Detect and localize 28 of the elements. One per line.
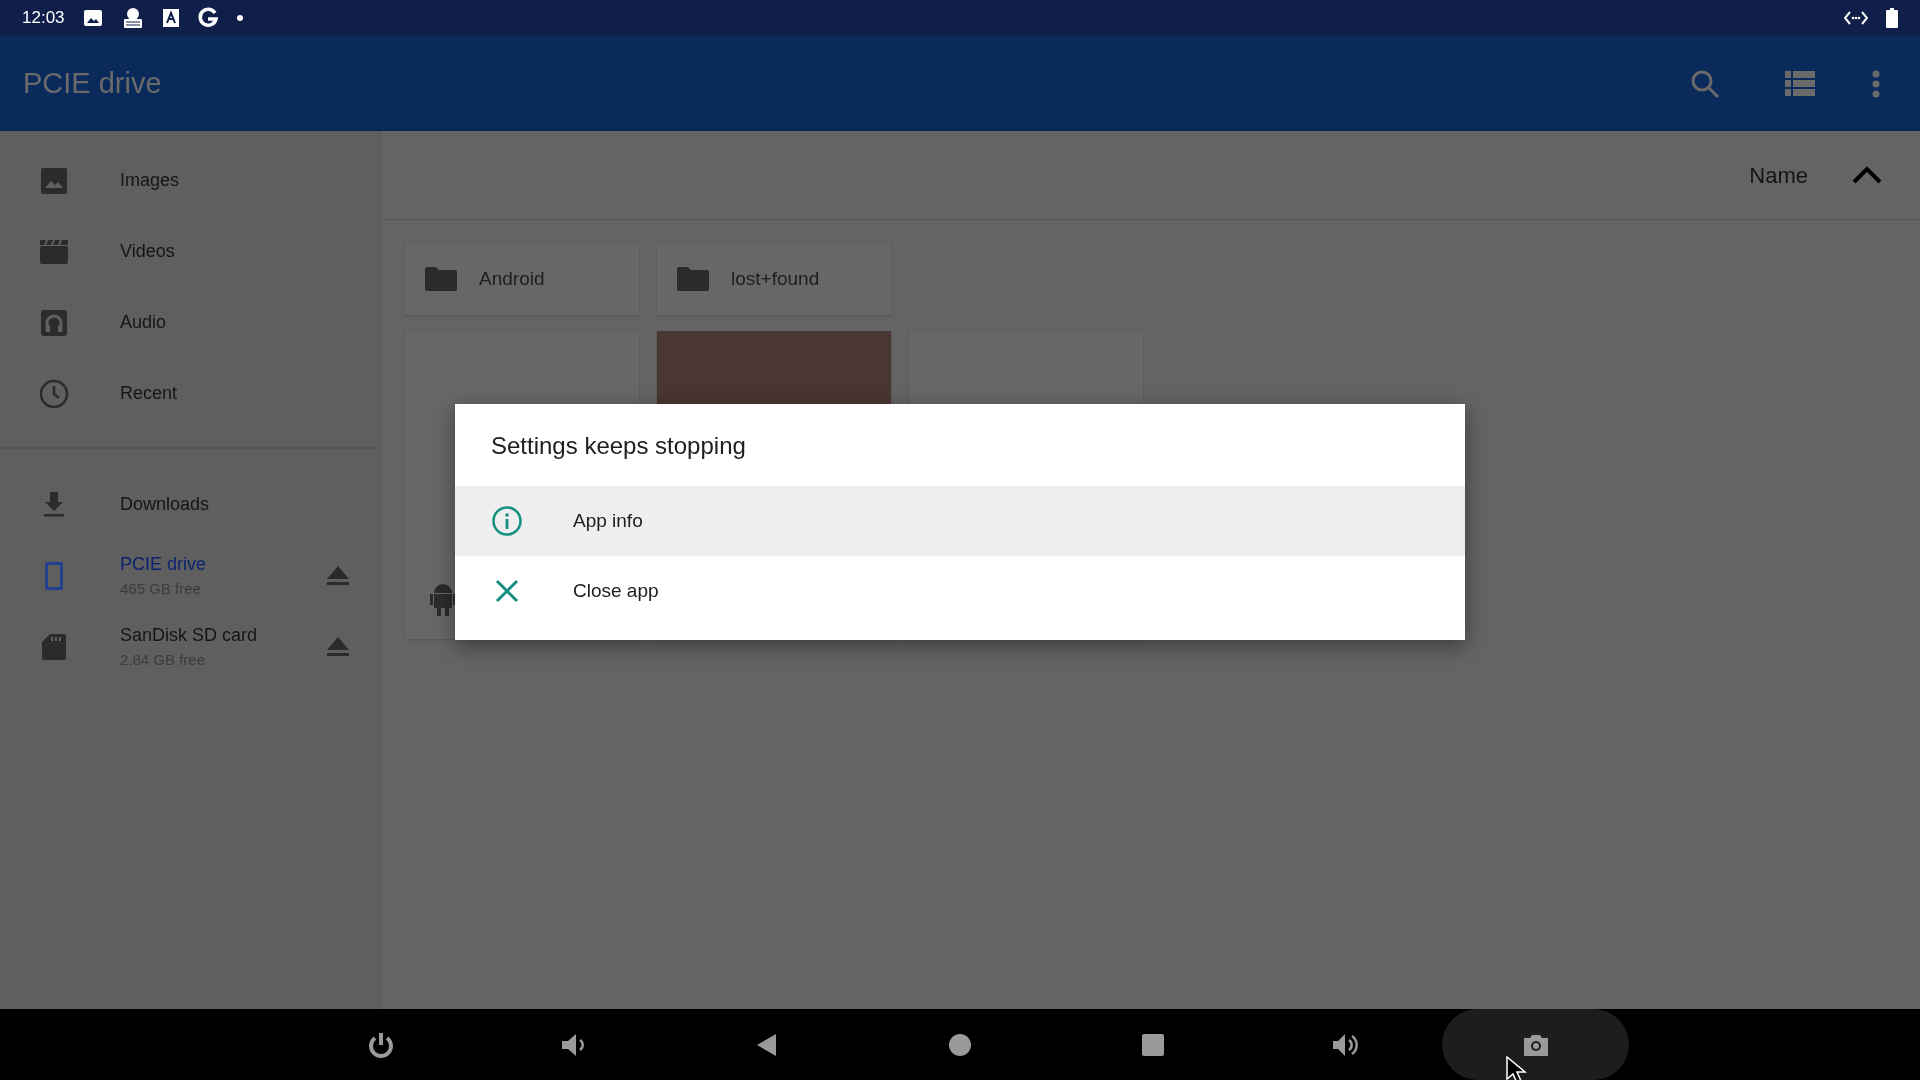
sidebar-item[interactable]: Recent	[0, 358, 380, 429]
sidebar-item[interactable]: Downloads	[0, 469, 380, 540]
mouse-pointer-icon	[1506, 1055, 1528, 1080]
code-brackets-icon	[1844, 10, 1868, 26]
more-options-button[interactable]	[1871, 69, 1881, 98]
dot-icon	[236, 15, 243, 21]
status-time: 12:03	[22, 7, 65, 30]
folder-icon	[677, 266, 709, 292]
image-icon	[82, 8, 103, 28]
android-robot-icon	[430, 583, 456, 617]
info-icon	[491, 505, 523, 537]
app-title: PCIE drive	[23, 65, 163, 101]
font-icon	[162, 9, 179, 27]
folder-tile[interactable]: lost+found	[657, 243, 891, 315]
clock-icon	[38, 377, 70, 410]
sidebar-item[interactable]: Audio	[0, 287, 380, 358]
g-letter-icon	[196, 7, 219, 29]
dialog-title: Settings keeps stopping	[490, 431, 747, 461]
folder-icon	[425, 266, 457, 292]
sidebar-item[interactable]: Images	[0, 145, 380, 216]
chevron-up-icon[interactable]	[1852, 165, 1882, 185]
folder-tile[interactable]: Android	[405, 243, 639, 315]
sort-by-button[interactable]: Name	[1749, 158, 1808, 192]
dialog-option[interactable]: Close app	[455, 556, 1465, 626]
battery-icon	[1886, 8, 1898, 28]
dialog-option[interactable]: App info	[455, 486, 1465, 556]
list-view-button[interactable]	[1785, 70, 1815, 97]
sidebar-item[interactable]: Videos	[0, 216, 380, 287]
